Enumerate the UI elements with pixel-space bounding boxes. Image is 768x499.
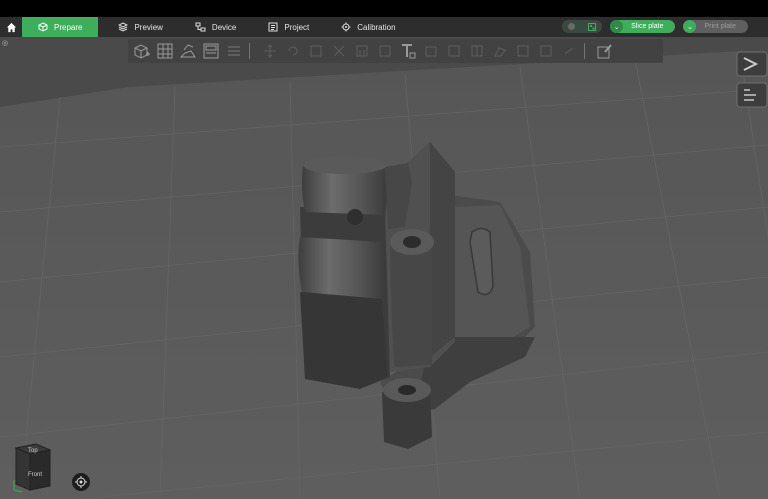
- slice-controls: ⌄ Slice plate ⌄ Print plate: [562, 20, 748, 33]
- home-button[interactable]: [0, 17, 22, 37]
- tab-label: Preview: [134, 22, 163, 32]
- tab-calibration[interactable]: Calibration: [327, 17, 409, 37]
- assembly-icon: [448, 45, 459, 57]
- rotate-button[interactable]: [283, 42, 302, 60]
- tab-label: Device: [211, 22, 237, 32]
- slice-plate-label: Slice plate: [631, 23, 664, 30]
- home-icon: [6, 22, 16, 32]
- multi-plate-icon: [587, 22, 596, 31]
- assembly-button[interactable]: [444, 42, 463, 60]
- visibility-icon[interactable]: ◎: [2, 39, 8, 47]
- edit-icon: [597, 44, 612, 59]
- tab-device[interactable]: Device: [181, 17, 250, 37]
- window-top-bar: [0, 0, 768, 17]
- color-paint-button[interactable]: [490, 42, 509, 60]
- plate-button[interactable]: [201, 42, 220, 60]
- toolbar-divider: [249, 43, 250, 59]
- main-tab-bar: Prepare Preview Device Project Calibrati…: [0, 17, 768, 37]
- tab-prepare[interactable]: Prepare: [22, 17, 99, 37]
- toolbar: [128, 39, 663, 63]
- chevron-down-icon[interactable]: ⌄: [683, 20, 697, 33]
- more-button[interactable]: [559, 42, 578, 60]
- view-cube-front-label: Front: [28, 472, 42, 478]
- text-button[interactable]: [398, 42, 417, 60]
- toolbar-divider: [584, 43, 585, 59]
- move-icon: [263, 44, 276, 58]
- print-plate-label: Print plate: [704, 23, 736, 30]
- layers-icon: [118, 22, 129, 32]
- support-icon: [356, 45, 367, 57]
- calibration-icon: [341, 22, 351, 32]
- plate-icon: [203, 43, 218, 59]
- support-button[interactable]: [352, 42, 371, 60]
- device-icon: [195, 22, 206, 32]
- color-paint-icon: [493, 47, 506, 57]
- list-button[interactable]: [224, 42, 243, 60]
- text-icon: [401, 44, 415, 59]
- add-object-icon: [134, 44, 150, 59]
- right-side-tools: [736, 51, 768, 108]
- plate-view-toggle[interactable]: [562, 20, 603, 33]
- target-icon: [75, 476, 87, 488]
- slice-plate-button[interactable]: ⌄ Slice plate: [610, 20, 676, 33]
- measure-icon: [425, 46, 436, 57]
- object-list-button[interactable]: [736, 82, 768, 108]
- variable-layer-icon: [517, 45, 528, 57]
- orient-icon: [179, 44, 196, 58]
- add-object-button[interactable]: [132, 42, 151, 60]
- auto-orient-button[interactable]: [178, 42, 197, 60]
- move-button[interactable]: [260, 42, 279, 60]
- single-plate-icon: [568, 23, 576, 30]
- collapse-panel-button[interactable]: [736, 51, 768, 77]
- seam-button[interactable]: [375, 42, 394, 60]
- seam-icon: [379, 45, 390, 57]
- cut-button[interactable]: [329, 42, 348, 60]
- measure-button[interactable]: [421, 42, 440, 60]
- chevron-down-icon[interactable]: ⌄: [610, 20, 624, 33]
- tab-label: Calibration: [357, 22, 396, 32]
- tab-label: Prepare: [54, 22, 83, 32]
- project-icon: [268, 22, 278, 32]
- split-button[interactable]: [467, 42, 486, 60]
- reset-view-button[interactable]: [72, 473, 90, 491]
- split-icon: [471, 45, 482, 57]
- variable-layer-button[interactable]: [513, 42, 532, 60]
- settings-icon: [540, 45, 551, 57]
- cube-icon: [38, 22, 48, 32]
- scale-icon: [310, 45, 321, 57]
- chevron-icon: [564, 47, 573, 55]
- list-icon: [227, 46, 240, 56]
- tab-preview[interactable]: Preview: [104, 17, 176, 37]
- edit-button[interactable]: [595, 42, 614, 60]
- view-cube-top-label: Top: [28, 448, 38, 454]
- view-cube[interactable]: Top Front: [10, 440, 70, 495]
- print-plate-button[interactable]: ⌄ Print plate: [683, 20, 748, 33]
- tab-project[interactable]: Project: [254, 17, 323, 37]
- arrange-grid-icon: [157, 43, 172, 59]
- scale-button[interactable]: [306, 42, 325, 60]
- cut-icon: [333, 45, 344, 57]
- tab-label: Project: [284, 22, 310, 32]
- settings-button[interactable]: [536, 42, 555, 60]
- arrange-button[interactable]: [155, 42, 174, 60]
- 3d-viewport[interactable]: [0, 37, 768, 499]
- rotate-icon: [288, 46, 297, 56]
